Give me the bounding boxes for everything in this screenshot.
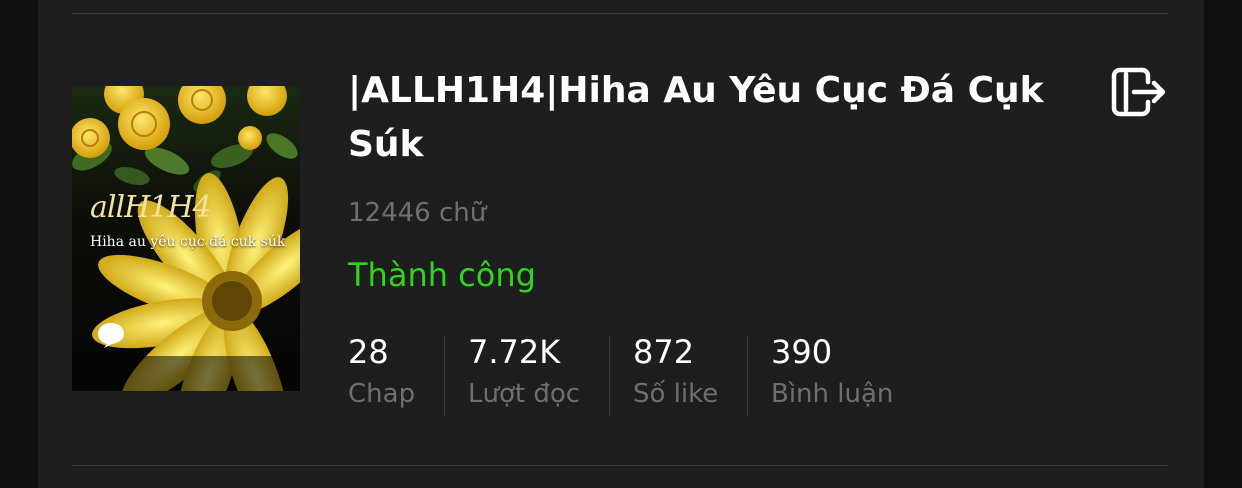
- stat-likes: 872 Số like: [633, 332, 718, 414]
- stat-reads: 7.72K Lượt đọc: [468, 332, 580, 414]
- stat-comments: 390 Bình luận: [771, 332, 893, 414]
- cover-title: allH1H4: [90, 190, 212, 225]
- bottom-divider: [72, 465, 1168, 466]
- exit-button[interactable]: [1110, 64, 1168, 120]
- stat-chapters: 28 Chap: [348, 332, 415, 414]
- word-count: 12446 chữ: [348, 198, 487, 228]
- stat-divider: [609, 336, 610, 416]
- stat-label: Lượt đọc: [468, 379, 581, 409]
- stat-label: Chap: [348, 379, 416, 409]
- story-cover[interactable]: allH1H4 Hiha au yêu cục đá cuk súk: [72, 86, 300, 391]
- comment-bubble-icon: [98, 323, 124, 348]
- cover-subtitle: Hiha au yêu cục đá cuk súk: [90, 234, 286, 250]
- exit-icon: [1111, 67, 1166, 117]
- stat-label: Bình luận: [771, 379, 894, 409]
- stat-value: 28: [348, 333, 389, 371]
- stat-value: 390: [771, 333, 833, 371]
- top-divider: [72, 13, 1168, 14]
- stat-divider: [747, 336, 748, 416]
- stat-value: 872: [633, 333, 695, 371]
- story-title[interactable]: |ALLH1H4|Hiha Au Yêu Cục Đá Cụk Súk: [348, 64, 1088, 172]
- status-badge: Thành công: [348, 256, 536, 294]
- stat-label: Số like: [633, 379, 719, 409]
- stat-divider: [444, 336, 445, 416]
- stat-value: 7.72K: [468, 333, 561, 371]
